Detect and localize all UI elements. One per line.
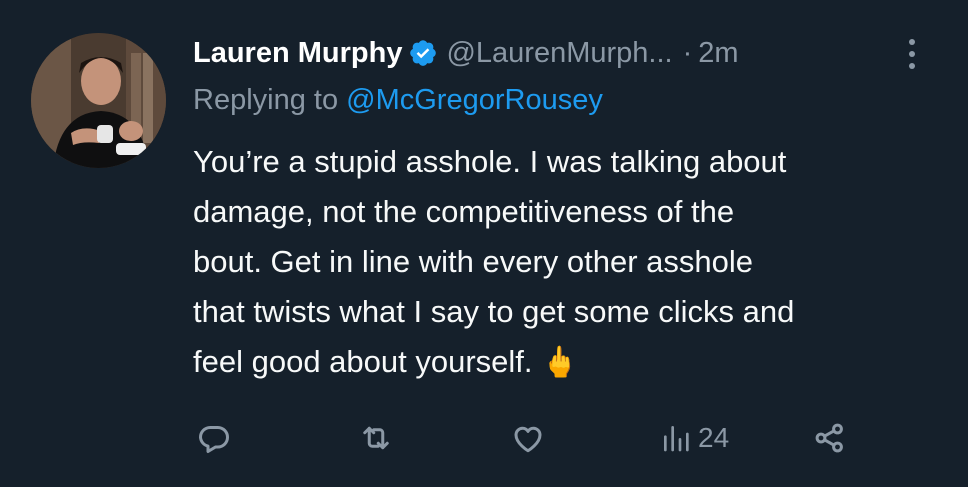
tweet-timestamp[interactable]: 2m — [698, 37, 738, 70]
avatar[interactable] — [31, 33, 166, 168]
share-button[interactable] — [812, 416, 848, 460]
views-button[interactable]: 24 — [660, 416, 729, 460]
retweet-icon — [363, 426, 389, 450]
replying-to: Replying to @McGregorRousey — [193, 84, 603, 117]
tweet-text: You’re a stupid asshole. I was talking a… — [193, 137, 953, 388]
reply-button[interactable] — [196, 416, 232, 460]
retweet-button[interactable] — [358, 416, 394, 460]
reply-mention-link[interactable]: @McGregorRousey — [346, 84, 603, 116]
tweet-body-text: You’re a stupid asshole. I was talking a… — [193, 144, 795, 379]
reply-icon — [199, 426, 229, 453]
replying-to-label: Replying to — [193, 84, 347, 116]
middle-finger-emoji: 🖕 — [541, 346, 579, 379]
author-name[interactable]: Lauren Murphy — [193, 37, 402, 70]
tweet-header: Lauren Murphy @LaurenMurph... · 2m — [193, 31, 739, 75]
action-bar: 24 — [0, 416, 968, 460]
like-icon — [514, 426, 542, 453]
views-icon — [664, 426, 689, 452]
author-handle[interactable]: @LaurenMurph... — [446, 37, 672, 70]
views-count: 24 — [698, 422, 730, 453]
share-icon — [815, 423, 843, 453]
avatar-photo — [31, 33, 166, 168]
verified-badge-icon — [408, 38, 438, 68]
like-button[interactable] — [510, 416, 546, 460]
separator-dot: · — [682, 36, 693, 69]
tweet: Lauren Murphy @LaurenMurph... · 2m Reply… — [0, 0, 968, 487]
more-options-icon[interactable] — [900, 36, 924, 72]
